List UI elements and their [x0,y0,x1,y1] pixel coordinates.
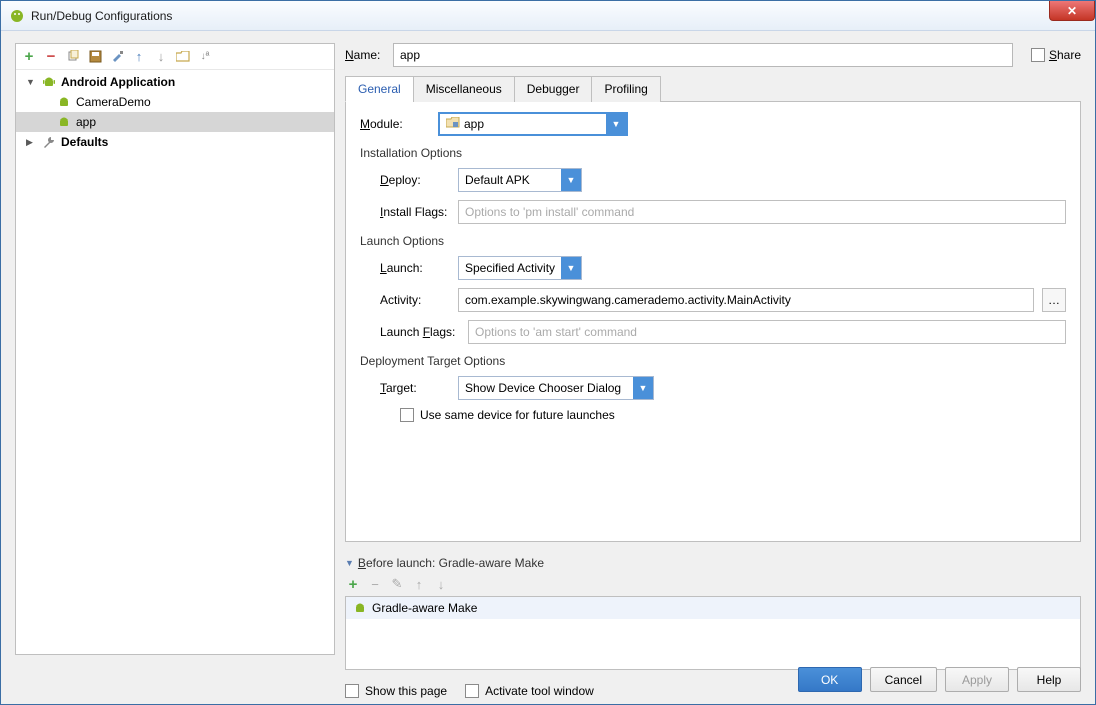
move-up-button[interactable]: ↑ [130,48,148,66]
settings-icon[interactable] [108,48,126,66]
tree-node-defaults[interactable]: ▶ Defaults [16,132,334,152]
target-label: Target: [380,381,450,395]
tree-node-android-application[interactable]: ▼ Android Application [16,72,334,92]
tree-label: Android Application [61,75,175,89]
android-icon [56,94,72,110]
launch-value: Specified Activity [465,261,555,275]
deploy-combo[interactable]: Default APK [458,168,582,192]
activity-browse-button[interactable]: … [1042,288,1066,312]
window-controls: ✕ [1049,1,1095,21]
dropdown-icon [606,114,626,134]
expand-icon: ▼ [26,77,37,87]
name-input[interactable] [393,43,1013,67]
module-folder-icon [446,117,460,132]
activity-input[interactable] [458,288,1034,312]
folder-button[interactable] [174,48,192,66]
window-title: Run/Debug Configurations [31,9,172,23]
android-icon [56,114,72,130]
tab-miscellaneous[interactable]: Miscellaneous [413,76,515,102]
deploy-target-header: Deployment Target Options [360,354,1066,368]
before-launch-list[interactable]: Gradle-aware Make [345,596,1081,670]
launch-flags-label: Launch Flags: [380,325,460,339]
remove-config-button[interactable]: − [42,48,60,66]
apply-button[interactable]: Apply [945,667,1009,692]
wrench-icon [41,134,57,150]
install-flags-input[interactable] [458,200,1066,224]
task-up-button[interactable]: ↑ [411,576,427,592]
same-device-label: Use same device for future launches [420,408,615,422]
target-value: Show Device Chooser Dialog [465,381,621,395]
tab-profiling[interactable]: Profiling [591,76,660,102]
copy-config-button[interactable] [64,48,82,66]
android-icon [41,74,57,90]
config-toolbar: + − ↑ ↓ ↓ª [16,44,334,70]
dropdown-icon [561,257,581,279]
save-config-button[interactable] [86,48,104,66]
configurations-panel: + − ↑ ↓ ↓ª ▼ Android Application [15,43,335,655]
tree-item-camerademo[interactable]: CameraDemo [16,92,334,112]
close-button[interactable]: ✕ [1049,1,1095,21]
tab-general-body: Module: app Installation Options Deploy: [345,102,1081,542]
cancel-button[interactable]: Cancel [870,667,937,692]
launch-options-header: Launch Options [360,234,1066,248]
install-flags-label: Install Flags: [380,205,450,219]
android-icon [352,600,368,616]
tree-label: Defaults [61,135,108,149]
task-label: Gradle-aware Make [372,601,477,615]
config-tree[interactable]: ▼ Android Application CameraDemo app ▶ [16,70,334,654]
share-checkbox[interactable] [1031,48,1045,62]
dialog-content: + − ↑ ↓ ↓ª ▼ Android Application [1,31,1095,704]
name-label: Name: [345,48,385,62]
tree-label: app [76,115,96,129]
add-task-button[interactable]: + [345,576,361,592]
launch-combo[interactable]: Specified Activity [458,256,582,280]
target-combo[interactable]: Show Device Chooser Dialog [458,376,654,400]
install-options-header: Installation Options [360,146,1066,160]
sort-button[interactable]: ↓ª [196,48,214,66]
edit-task-button[interactable]: ✎ [389,576,405,592]
list-item[interactable]: Gradle-aware Make [346,597,1080,619]
collapse-icon[interactable]: ▼ [345,558,354,568]
same-device-checkbox[interactable] [400,408,414,422]
collapse-icon: ▶ [26,137,37,148]
tab-debugger[interactable]: Debugger [514,76,593,102]
add-config-button[interactable]: + [20,48,38,66]
remove-task-button[interactable]: − [367,576,383,592]
task-down-button[interactable]: ↓ [433,576,449,592]
launch-label: Launch: [380,261,450,275]
dialog-buttons: OK Cancel Apply Help [15,667,1081,692]
dialog-window: Run/Debug Configurations ✕ + − ↑ ↓ ↓ª [0,0,1096,705]
before-launch-toolbar: + − ✎ ↑ ↓ [345,576,1081,592]
tab-general[interactable]: General [345,76,414,102]
app-icon [9,8,25,24]
share-checkbox-label[interactable]: Share [1031,48,1081,62]
dropdown-icon [561,169,581,191]
move-down-button[interactable]: ↓ [152,48,170,66]
tab-bar: General Miscellaneous Debugger Profiling [345,75,1081,102]
titlebar[interactable]: Run/Debug Configurations ✕ [1,1,1095,31]
launch-flags-input[interactable] [468,320,1066,344]
module-value: app [464,117,484,131]
module-combo[interactable]: app [438,112,628,136]
activity-label: Activity: [380,293,450,307]
tree-label: CameraDemo [76,95,151,109]
dropdown-icon [633,377,653,399]
deploy-value: Default APK [465,173,530,187]
form-panel: Name: Share General Miscellaneous Debugg… [345,43,1081,655]
ok-button[interactable]: OK [798,667,862,692]
module-label: Module: [360,117,430,131]
deploy-label: Deploy: [380,173,450,187]
tree-item-app[interactable]: app [16,112,334,132]
before-launch-header: Before launch: Gradle-aware Make [358,556,544,570]
help-button[interactable]: Help [1017,667,1081,692]
